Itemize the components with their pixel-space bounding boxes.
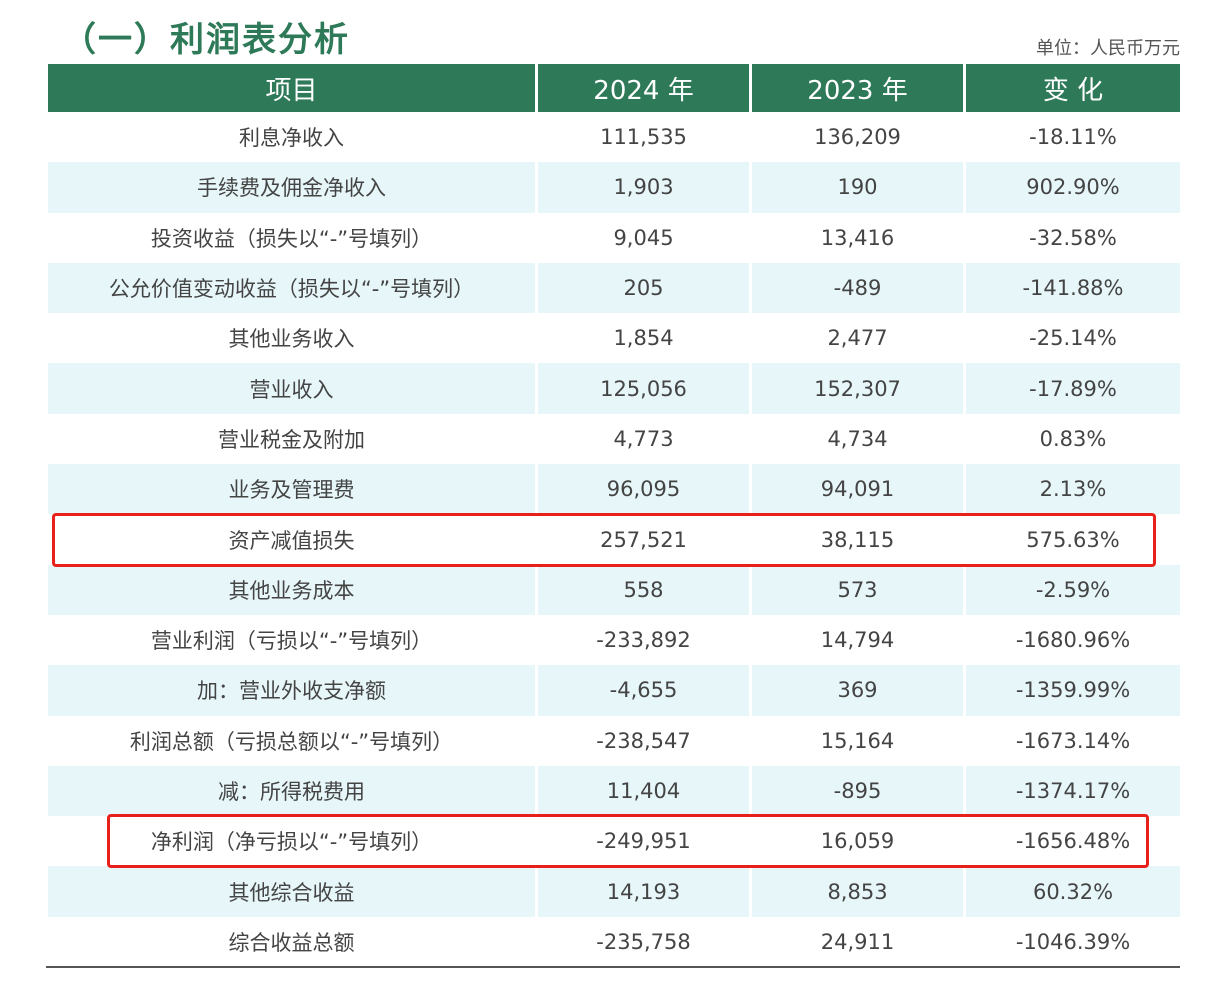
value-change: -17.89% [966,363,1180,414]
value-2024: 4,773 [538,413,752,465]
row-label: 其他业务成本 [48,564,538,615]
value-2023: 152,307 [752,363,966,414]
value-2024: 9,045 [538,212,752,263]
row-label: 其他综合收益 [48,866,538,917]
value-2024: 111,535 [538,112,752,163]
value-2023: 13,416 [752,212,966,263]
value-change: 60.32% [966,866,1180,917]
value-2023: 573 [752,564,966,615]
value-change: -141.88% [966,262,1180,314]
header-change: 变 化 [966,64,1180,112]
value-2023: 136,209 [752,112,966,163]
value-change: -1680.96% [1015,628,1131,653]
value-2024: -233,892 [538,614,752,666]
value-2024: -238,547 [538,715,752,766]
table-row: 手续费及佣金净收入 1,903 190 902.90% [48,162,1180,213]
value-change: 2.13% [966,464,1180,515]
table-row: 其他业务成本 558 573 -2.59% [48,564,1180,615]
value-2023: 38,115 [752,514,966,565]
row-label: 营业税金及附加 [48,413,538,465]
row-label: 手续费及佣金净收入 [48,162,538,213]
value-change: -1673.14% [1015,728,1131,753]
table-row: 营业税金及附加 4,773 4,734 0.83% [48,413,1180,465]
value-2023: 15,164 [752,715,966,766]
value-change: -1046.39% [1015,929,1131,954]
value-2024: 257,521 [538,514,752,565]
table-row: 其他业务收入 1,854 2,477 -25.14% [48,313,1180,364]
value-change: -32.58% [1029,225,1117,250]
table-row: 营业收入 125,056 152,307 -17.89% [48,363,1180,414]
value-2023: 190 [752,162,966,213]
value-2023: 4,734 [752,413,966,465]
value-2023: 16,059 [752,816,966,867]
value-2023: -895 [752,765,966,817]
value-2024: -249,951 [538,816,752,867]
value-2023: -489 [752,262,966,314]
value-2024: 558 [538,564,752,615]
value-2024: 1,903 [538,162,752,213]
table-row: 业务及管理费 96,095 94,091 2.13% [48,464,1180,515]
row-label: 综合收益总额 [48,916,538,968]
value-change: 0.83% [1039,426,1107,451]
table-row: 加：营业外收支净额 -4,655 369 -1359.99% [48,665,1180,716]
value-2024: -235,758 [538,916,752,968]
table-row: 利息净收入 111,535 136,209 -18.11% [48,112,1180,163]
row-label: 资产减值损失 [48,514,538,565]
row-label: 投资收益（损失以“-”号填列） [48,212,538,263]
row-label: 减：所得税费用 [48,765,538,817]
value-2023: 14,794 [752,614,966,666]
table-row: 利润总额（亏损总额以“-”号填列） -238,547 15,164 -1673.… [48,715,1180,766]
value-2023: 8,853 [752,866,966,917]
value-2023: 2,477 [752,313,966,364]
value-2024: -4,655 [538,665,752,716]
row-label: 利息净收入 [48,112,538,163]
value-2024: 14,193 [538,866,752,917]
table-row: 公允价值变动收益（损失以“-”号填列） 205 -489 -141.88% [48,262,1180,314]
value-change: -2.59% [966,564,1180,615]
row-label: 利润总额（亏损总额以“-”号填列） [48,715,538,766]
header-row: 项目 2024 年 2023 年 变 化 [48,64,1180,112]
row-label: 营业收入 [48,363,538,414]
value-2024: 11,404 [538,765,752,817]
value-change: -1656.48% [1015,829,1131,854]
value-change: -1374.17% [966,765,1180,817]
value-change: 575.63% [1026,527,1120,552]
value-change: 902.90% [966,162,1180,213]
table-bottom-rule [46,966,1180,968]
table-row: 其他综合收益 14,193 8,853 60.32% [48,866,1180,917]
value-2024: 125,056 [538,363,752,414]
value-2023: 94,091 [752,464,966,515]
value-change: -1359.99% [966,665,1180,716]
value-2023: 24,911 [752,916,966,968]
value-change: -25.14% [1029,326,1117,351]
unit-label: 单位：人民币万元 [1036,38,1180,59]
table-row: 投资收益（损失以“-”号填列） 9,045 13,416 -32.58% [48,212,1180,263]
table-row-highlighted: 资产减值损失 257,521 38,115 575.63% [48,514,1180,565]
table-row: 综合收益总额 -235,758 24,911 -1046.39% [48,916,1180,968]
header-2024: 2024 年 [538,64,752,112]
table-row-highlighted: 净利润（净亏损以“-”号填列） -249,951 16,059 -1656.48… [48,816,1180,867]
row-label: 业务及管理费 [48,464,538,515]
row-label: 其他业务收入 [48,313,538,364]
value-2024: 96,095 [538,464,752,515]
value-2024: 1,854 [538,313,752,364]
table-row: 营业利润（亏损以“-”号填列） -233,892 14,794 -1680.96… [48,614,1180,666]
row-label: 公允价值变动收益（损失以“-”号填列） [48,262,538,314]
header-item: 项目 [48,64,538,112]
header-2023: 2023 年 [752,64,966,112]
value-2023: 369 [752,665,966,716]
value-change: -18.11% [1029,125,1117,150]
table-row: 减：所得税费用 11,404 -895 -1374.17% [48,765,1180,817]
section-title: （一）利润表分析 [62,20,350,60]
row-label: 净利润（净亏损以“-”号填列） [48,816,538,867]
value-2024: 205 [538,262,752,314]
row-label: 加：营业外收支净额 [48,665,538,716]
income-statement-table: 项目 2024 年 2023 年 变 化 利息净收入 111,535 136,2… [48,64,1180,968]
row-label: 营业利润（亏损以“-”号填列） [48,614,538,666]
